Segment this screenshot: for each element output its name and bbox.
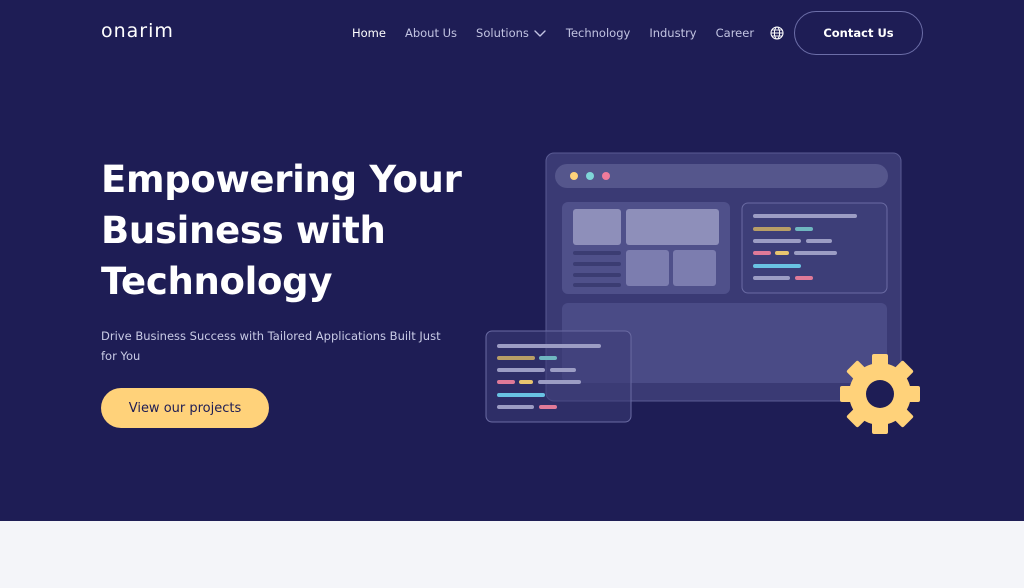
gear-icon xyxy=(840,354,920,434)
hero-section: onarim Home About Us Solutions Technolog… xyxy=(0,0,1024,521)
contact-us-button[interactable]: Contact Us xyxy=(794,11,923,55)
nav-item-technology[interactable]: Technology xyxy=(566,26,630,40)
hero-headline: Empowering Your Business with Technology xyxy=(101,154,481,307)
nav-item-home[interactable]: Home xyxy=(352,26,386,40)
hero-headline-line-1: Empowering Your xyxy=(101,158,462,201)
brand-logo[interactable]: onarim xyxy=(101,20,174,42)
hero-headline-line-3: Technology xyxy=(101,260,333,303)
nav-item-solutions[interactable]: Solutions xyxy=(476,26,547,40)
hero-subtitle: Drive Business Success with Tailored App… xyxy=(101,329,441,363)
main-nav: Home About Us Solutions Technology Indus… xyxy=(352,24,784,42)
hero-headline-line-2: Business with xyxy=(101,209,386,252)
nav-item-career[interactable]: Career xyxy=(716,26,754,40)
view-projects-button[interactable]: View our projects xyxy=(101,388,269,428)
dashboard-illustration xyxy=(485,152,920,434)
globe-icon[interactable] xyxy=(770,26,784,40)
nav-item-industry[interactable]: Industry xyxy=(649,26,696,40)
chevron-down-icon xyxy=(534,30,546,37)
nav-item-solutions-label: Solutions xyxy=(476,26,529,40)
next-section xyxy=(0,521,1024,588)
nav-item-about-us[interactable]: About Us xyxy=(405,26,457,40)
